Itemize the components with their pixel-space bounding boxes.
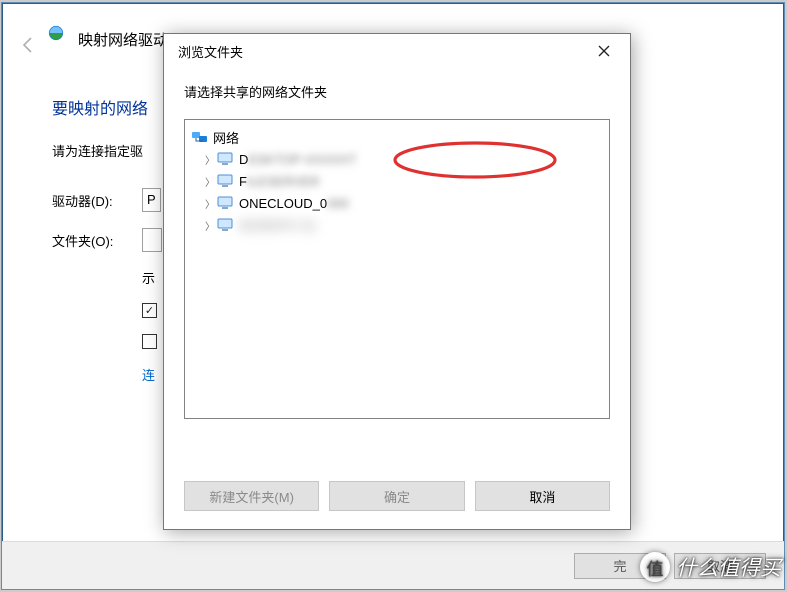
tree-root[interactable]: 网络 [189,126,605,148]
tree-root-label: 网络 [213,128,239,147]
chevron-right-icon[interactable]: 〉 [203,196,217,211]
reconnect-checkbox[interactable]: ✓ [142,303,157,318]
obscured-text: ESKTOP-XXXXXT [248,152,356,167]
example-text: 示 [142,268,155,287]
other-credentials-checkbox[interactable] [142,334,157,349]
obscured-text: 000 [327,196,349,211]
watermark-text: 什么值得买 [676,552,781,582]
obscured-text: ILESERVER [247,174,320,189]
connect-website-link[interactable]: 连 [142,365,155,384]
back-arrow-icon[interactable] [17,33,41,57]
folder-input[interactable] [142,228,162,252]
tree-item[interactable]: 〉 DESKTOP-XXXXXT [189,148,605,170]
tree-item[interactable]: 〉 ONECLOUD_0000 [189,192,605,214]
folder-tree[interactable]: 网络 〉 DESKTOP-XXXXXT 〉 FILESERVER 〉 ONECL… [184,119,610,419]
ok-button[interactable]: 确定 [329,481,464,511]
computer-icon [217,217,235,233]
browse-folder-dialog: 浏览文件夹 请选择共享的网络文件夹 网络 〉 DESKTOP-XXXXXT 〉 … [163,33,631,530]
drive-wizard-icon [47,25,65,41]
computer-icon [217,173,235,189]
close-icon[interactable] [586,38,622,64]
chevron-right-icon[interactable]: 〉 [203,152,217,167]
tree-item-label: ONECLOUD_0 [239,196,327,211]
drive-select[interactable]: P [142,188,161,212]
dialog-title: 浏览文件夹 [178,42,243,61]
computer-icon [217,195,235,211]
tree-item[interactable]: 〉 WORKPC-01 [189,214,605,236]
tree-item-label: D [239,152,248,167]
watermark-badge-icon: 值 [640,552,670,582]
computer-icon [217,151,235,167]
obscured-text: WORKPC-01 [239,218,316,233]
new-folder-button[interactable]: 新建文件夹(M) [184,481,319,511]
tree-item[interactable]: 〉 FILESERVER [189,170,605,192]
dialog-button-bar: 新建文件夹(M) 确定 取消 [184,481,610,511]
folder-label: 文件夹(O): [52,231,142,250]
dialog-subtitle: 请选择共享的网络文件夹 [164,68,630,119]
watermark: 值 什么值得买 [640,552,781,582]
cancel-dialog-button[interactable]: 取消 [475,481,610,511]
dialog-titlebar: 浏览文件夹 [164,34,630,68]
drive-label: 驱动器(D): [52,191,142,210]
chevron-right-icon[interactable]: 〉 [203,218,217,233]
window-title: 映射网络驱动 [78,29,168,50]
tree-item-label: F [239,174,247,189]
chevron-right-icon[interactable]: 〉 [203,174,217,189]
network-icon [191,129,209,145]
